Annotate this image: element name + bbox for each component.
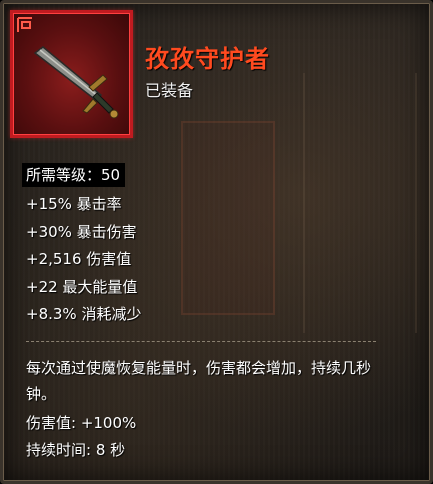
stat-line: +2,516 伤害值 xyxy=(26,250,132,268)
divider xyxy=(26,341,376,342)
background-decoration xyxy=(181,121,275,315)
stat-line: +22 最大能量值 xyxy=(26,278,138,296)
stat-line: +15% 暴击率 xyxy=(26,195,122,213)
effect-damage: 伤害值: +100% xyxy=(26,414,137,432)
stat-line: +30% 暴击伤害 xyxy=(26,223,137,241)
dagger-icon xyxy=(17,17,119,119)
effect-description-cont: 钟。 xyxy=(26,385,57,403)
required-level: 所需等级：50 xyxy=(22,163,126,187)
background-decoration xyxy=(303,73,417,333)
equipped-status: 已装备 xyxy=(145,81,194,100)
effect-duration: 持续时间: 8 秒 xyxy=(26,441,126,459)
item-tooltip: 孜孜守护者 已装备 所需等级：50 +15% 暴击率 +30% 暴击伤害 +2,… xyxy=(0,0,433,484)
item-name: 孜孜守护者 xyxy=(145,45,270,73)
effect-description: 每次通过使魔恢复能量时，伤害都会增加，持续几秒 xyxy=(26,359,372,377)
stat-line: +8.3% 消耗减少 xyxy=(26,305,142,323)
item-icon-frame xyxy=(10,10,133,138)
